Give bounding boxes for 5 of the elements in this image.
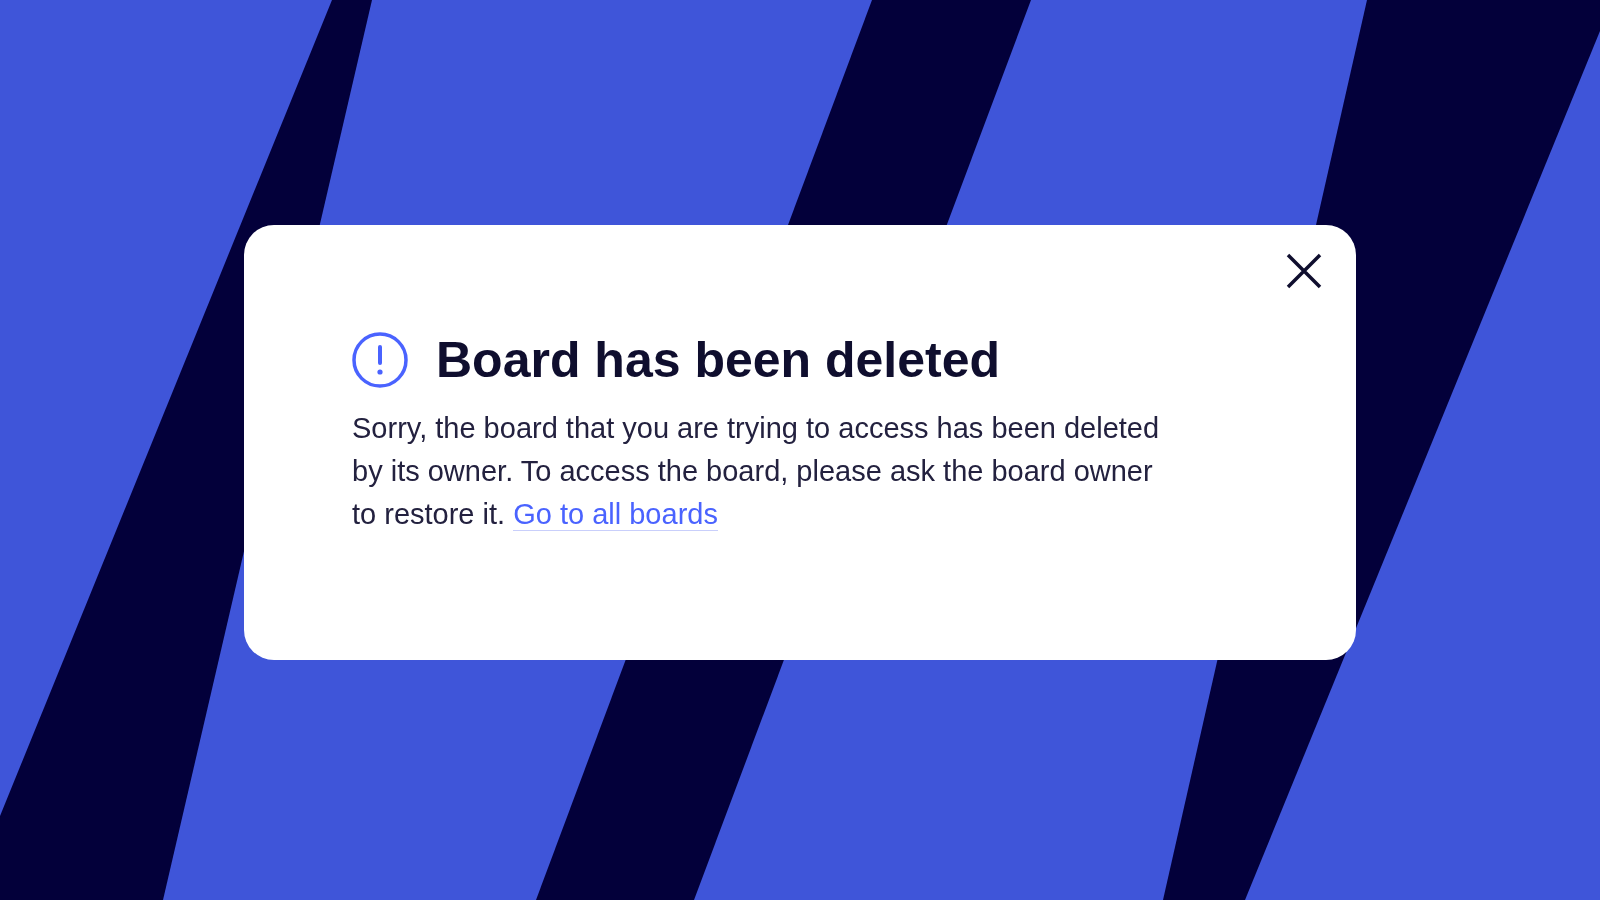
all-boards-link[interactable]: Go to all boards — [513, 497, 718, 531]
close-icon[interactable] — [1286, 252, 1322, 289]
exclamation-icon — [352, 331, 408, 388]
dialog-message: Sorry, the board that you are trying to access has been deleted by its owner. To access the board, please ask the board owner to restore it. Go to all boards — [352, 410, 1161, 533]
dialog-title: Board has been deleted — [436, 330, 1001, 389]
